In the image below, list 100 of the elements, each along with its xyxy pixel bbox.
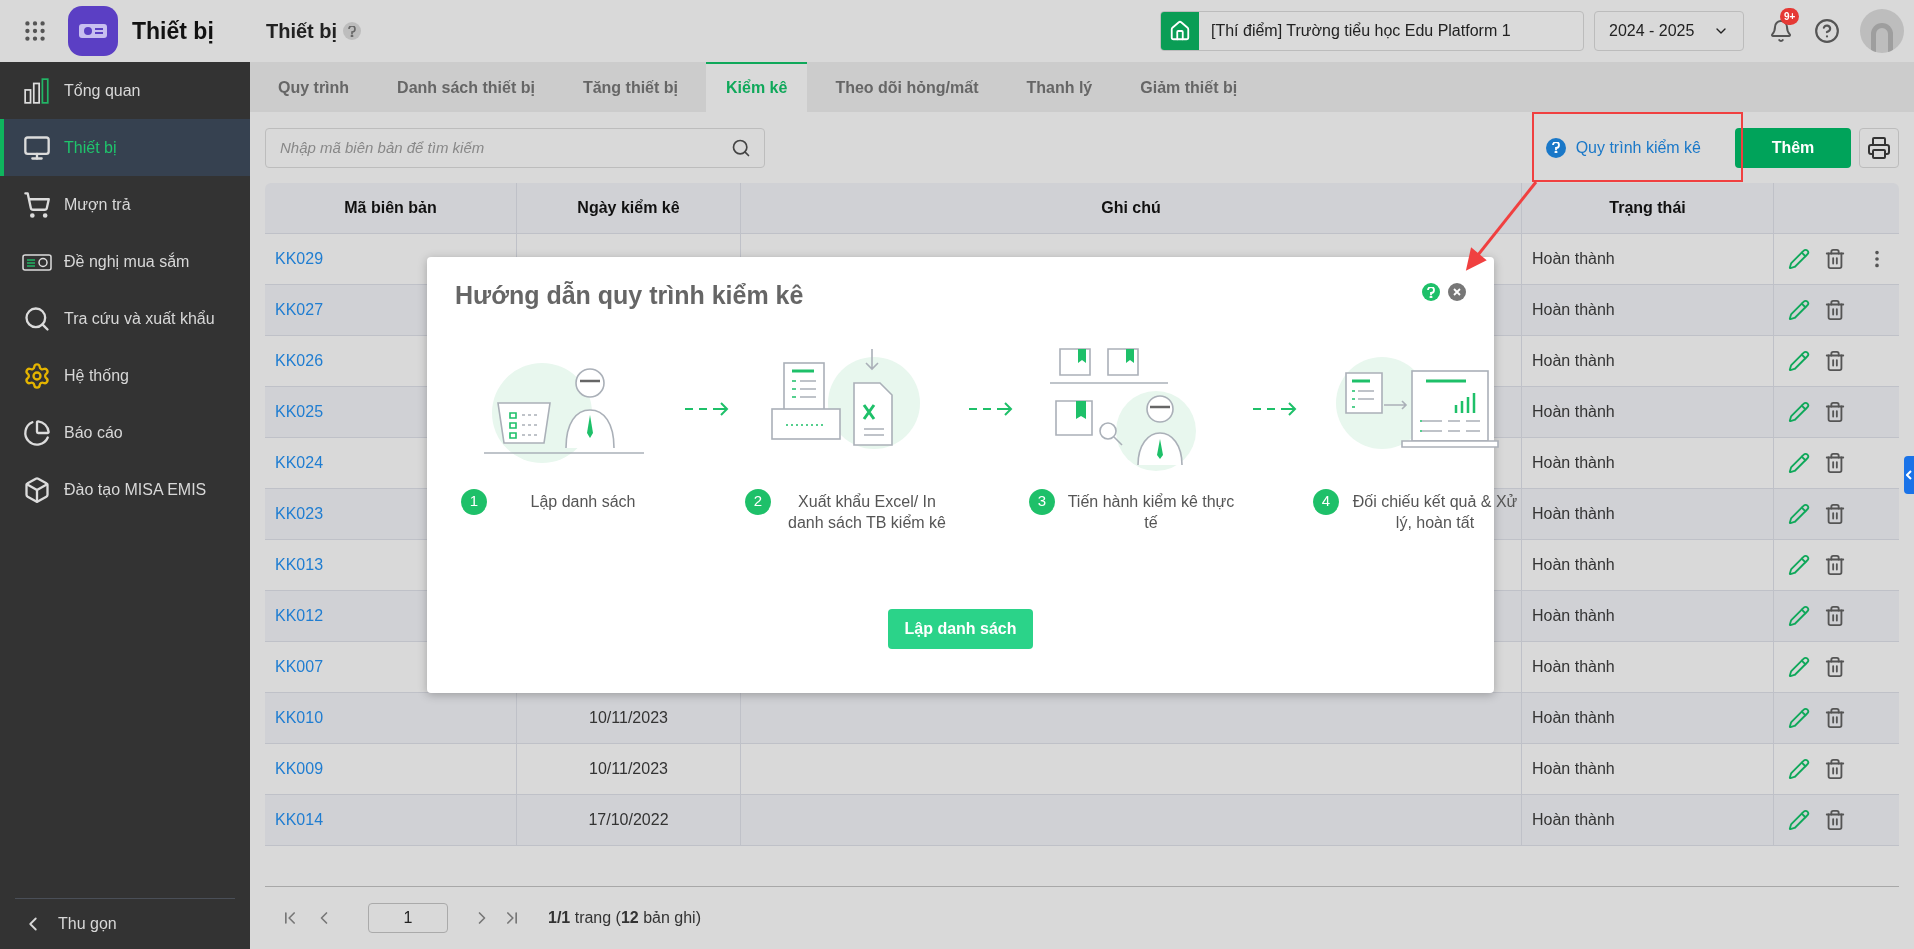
pagination-summary: 1/1 trang (12 bản ghi) (548, 908, 701, 928)
step-number: 1 (461, 488, 487, 515)
status-cell-text: Hoàn thành (1532, 300, 1615, 320)
status-cell-text: Hoàn thành (1532, 504, 1615, 524)
record-code-link[interactable]: KK024 (275, 451, 324, 475)
sidebar-item[interactable]: Đào tạo MISA EMIS (0, 461, 250, 518)
chevron-left-icon (1906, 470, 1912, 480)
sidebar-item[interactable]: Báo cáo (0, 404, 250, 461)
step-number: 4 (1313, 488, 1339, 515)
step-label: Tiến hành kiểm kê thực tế (1066, 491, 1236, 533)
magnifier-icon (22, 304, 52, 333)
status-cell-text: Hoàn thành (1532, 555, 1615, 575)
school-selector[interactable]: [Thí điểm] Trường tiểu học Edu Platform 1 (1160, 11, 1584, 51)
print-button[interactable] (1859, 127, 1899, 168)
sidebar-item[interactable]: Mượn trả (0, 176, 250, 233)
tab[interactable]: Danh sách thiết bị (377, 62, 555, 112)
delete-icon[interactable] (1824, 707, 1846, 729)
delete-icon[interactable] (1824, 503, 1846, 525)
status-cell-text: Hoàn thành (1532, 351, 1615, 371)
column-header: Ngày kiểm kê (517, 183, 741, 233)
delete-icon[interactable] (1824, 401, 1846, 423)
help-icon (1545, 137, 1566, 158)
record-code-link[interactable]: KK010 (275, 706, 324, 730)
cube-icon (22, 475, 52, 504)
record-code-link[interactable]: KK029 (275, 247, 324, 271)
record-code-link[interactable]: KK013 (275, 553, 324, 577)
help-icon[interactable] (1814, 18, 1840, 44)
record-code-link[interactable]: KK009 (275, 757, 324, 781)
status-cell-text: Hoàn thành (1532, 402, 1615, 422)
tab[interactable]: Tăng thiết bị (562, 62, 698, 112)
delete-icon[interactable] (1824, 605, 1846, 627)
sidebar-item[interactable]: Hệ thống (0, 347, 250, 404)
step-label: Lập danh sách (529, 491, 637, 512)
help-link[interactable]: Quy trình kiểm kê (1525, 127, 1721, 168)
column-header: Mã biên bản (265, 183, 517, 233)
dashed-arrow-icon (1253, 400, 1297, 417)
tab[interactable]: Kiểm kê (706, 62, 808, 112)
delete-icon[interactable] (1824, 656, 1846, 678)
record-code-link[interactable]: KK007 (275, 655, 324, 679)
record-code-link[interactable]: KK023 (275, 502, 324, 526)
monitor-icon (22, 133, 52, 162)
table-cell-text: 10/11/2023 (589, 708, 668, 728)
record-code-link[interactable]: KK026 (275, 349, 324, 373)
app-title: Thiết bị (132, 16, 215, 46)
delete-icon[interactable] (1824, 452, 1846, 474)
settings-icon (22, 361, 52, 390)
table-cell-text: 10/11/2023 (589, 759, 668, 779)
status-cell-text: Hoàn thành (1532, 453, 1615, 473)
step-number: 2 (745, 488, 771, 515)
sidebar-item[interactable]: Tổng quan (0, 62, 250, 119)
sidebar-item[interactable]: Thiết bị (0, 119, 250, 176)
collapse-button[interactable]: Thu gọn (0, 899, 250, 949)
column-header: Ghi chú (741, 183, 1522, 233)
printer-icon (1867, 135, 1891, 160)
school-year-select[interactable]: 2024 - 2025 (1594, 11, 1744, 51)
sidebar-item[interactable]: Đề nghị mua sắm (0, 233, 250, 290)
delete-icon[interactable] (1824, 758, 1846, 780)
search-icon[interactable] (731, 137, 751, 158)
status-cell-text: Hoàn thành (1532, 708, 1615, 728)
notification-bell-icon[interactable] (1769, 19, 1793, 43)
add-button[interactable]: Thêm (1735, 127, 1851, 168)
table-cell-text: 17/10/2022 (588, 810, 669, 830)
record-code-link[interactable]: KK027 (275, 298, 324, 322)
record-code-link[interactable]: KK025 (275, 400, 324, 424)
notification-badge: 9+ (1780, 8, 1800, 25)
dashed-arrow-icon (685, 400, 729, 417)
edit-icon[interactable] (1788, 452, 1810, 474)
delete-icon[interactable] (1824, 299, 1846, 321)
edit-icon[interactable] (1788, 758, 1810, 780)
help-icon[interactable] (1422, 283, 1440, 301)
record-code-link[interactable]: KK014 (275, 808, 324, 832)
delete-icon[interactable] (1824, 554, 1846, 576)
edit-icon[interactable] (1788, 248, 1810, 270)
edit-icon[interactable] (1788, 554, 1810, 576)
status-cell-text: Hoàn thành (1532, 810, 1615, 830)
status-cell-text: Hoàn thành (1532, 657, 1615, 677)
tab[interactable]: Thanh lý (1006, 62, 1113, 112)
app-grid-icon[interactable] (22, 18, 48, 44)
search-field[interactable]: Nhập mã biên bản để tìm kiếm (265, 127, 765, 168)
close-icon[interactable] (1448, 283, 1466, 301)
edit-icon[interactable] (1788, 350, 1810, 372)
record-code-link[interactable]: KK012 (275, 604, 324, 628)
edit-icon[interactable] (1788, 656, 1810, 678)
step-number: 3 (1029, 488, 1055, 515)
sidebar-item[interactable]: Tra cứu và xuất khẩu (0, 290, 250, 347)
help-icon[interactable] (343, 22, 362, 40)
delete-icon[interactable] (1824, 809, 1846, 831)
delete-icon[interactable] (1824, 248, 1846, 270)
step-label: Đối chiếu kết quả & Xử lý, hoàn tất (1351, 491, 1519, 533)
tab[interactable]: Giảm thiết bị (1120, 62, 1258, 112)
pie-chart-icon (22, 418, 52, 447)
cart-icon (22, 190, 52, 219)
tab[interactable]: Theo dõi hỏng/mất (815, 62, 999, 112)
side-panel-tab[interactable] (1904, 456, 1914, 494)
page-field[interactable]: 1 (368, 903, 448, 933)
tab[interactable]: Quy trình (258, 62, 370, 112)
dashed-arrow-icon (969, 400, 1013, 417)
create-list-button[interactable]: Lập danh sách (888, 609, 1033, 649)
status-cell-text: Hoàn thành (1532, 249, 1615, 269)
delete-icon[interactable] (1824, 350, 1846, 372)
